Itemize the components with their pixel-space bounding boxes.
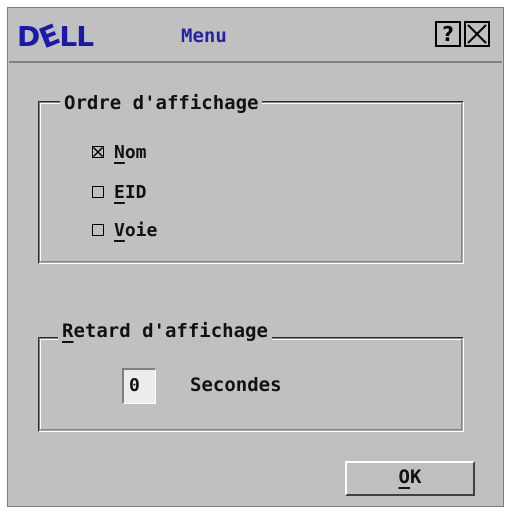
option-nom[interactable]: Nom [92, 140, 147, 164]
delay-unit-label: Secondes [190, 374, 282, 396]
display-delay-legend: Retard d'affichage [58, 320, 272, 342]
checkbox-eid[interactable] [92, 186, 104, 198]
delay-seconds-input[interactable]: 0 [122, 368, 156, 404]
window-title: Menu [181, 25, 227, 47]
title-bar: DELL Menu ? [9, 9, 502, 63]
help-button[interactable]: ? [435, 21, 461, 47]
close-button[interactable] [464, 21, 490, 47]
option-nom-label: Nom [114, 141, 147, 163]
checkbox-voie[interactable] [92, 224, 104, 236]
checkbox-nom[interactable] [92, 146, 104, 158]
option-voie-label: Voie [114, 219, 158, 241]
ok-button[interactable]: OK [345, 461, 475, 496]
dell-logo: DELL [17, 17, 94, 56]
option-eid-label: EID [114, 181, 147, 203]
option-eid[interactable]: EID [92, 180, 147, 204]
checked-icon [92, 146, 104, 158]
option-voie[interactable]: Voie [92, 218, 157, 242]
display-order-legend: Ordre d'affichage [60, 92, 263, 114]
close-icon [467, 24, 487, 44]
